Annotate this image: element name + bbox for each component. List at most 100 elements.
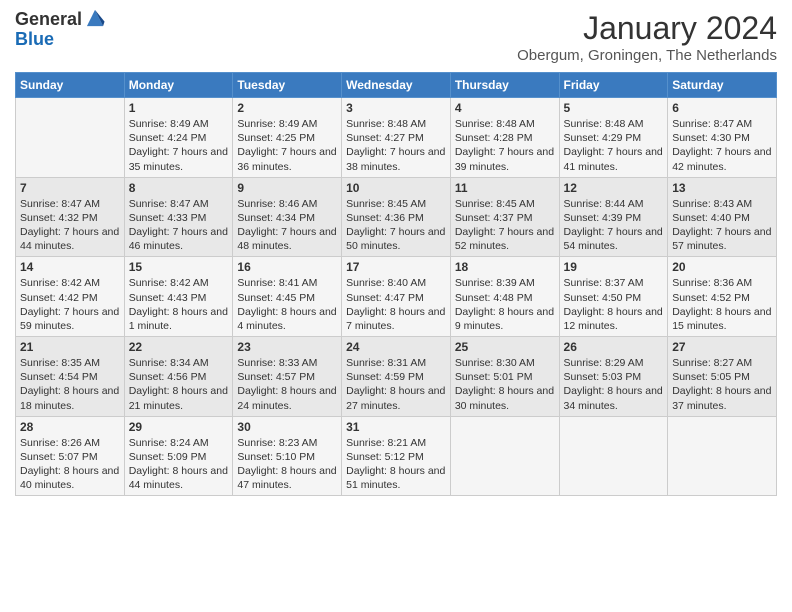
header-thursday: Thursday — [450, 73, 559, 98]
day-info: Sunrise: 8:21 AMSunset: 5:12 PMDaylight:… — [346, 436, 446, 493]
day-info: Sunrise: 8:48 AMSunset: 4:27 PMDaylight:… — [346, 117, 446, 174]
calendar-cell-w0-d1: 1 Sunrise: 8:49 AMSunset: 4:24 PMDaylight… — [124, 98, 233, 178]
calendar-cell-w4-d2: 30 Sunrise: 8:23 AMSunset: 5:10 PMDayligh… — [233, 416, 342, 496]
logo-blue: Blue — [15, 29, 54, 49]
day-info: Sunrise: 8:24 AMSunset: 5:09 PMDaylight:… — [129, 436, 229, 493]
day-info: Sunrise: 8:49 AMSunset: 4:25 PMDaylight:… — [237, 117, 337, 174]
day-info: Sunrise: 8:30 AMSunset: 5:01 PMDaylight:… — [455, 356, 555, 413]
day-number: 30 — [237, 420, 337, 434]
calendar-cell-w4-d3: 31 Sunrise: 8:21 AMSunset: 5:12 PMDayligh… — [342, 416, 451, 496]
day-info: Sunrise: 8:39 AMSunset: 4:48 PMDaylight:… — [455, 276, 555, 333]
day-number: 14 — [20, 260, 120, 274]
calendar-cell-w2-d5: 19 Sunrise: 8:37 AMSunset: 4:50 PMDayligh… — [559, 257, 668, 337]
header-sunday: Sunday — [16, 73, 125, 98]
day-number: 7 — [20, 181, 120, 195]
calendar-cell-w4-d1: 29 Sunrise: 8:24 AMSunset: 5:09 PMDayligh… — [124, 416, 233, 496]
day-info: Sunrise: 8:29 AMSunset: 5:03 PMDaylight:… — [564, 356, 664, 413]
day-number: 13 — [672, 181, 772, 195]
main-container: General Blue January 2024 Obergum, Groni… — [0, 0, 792, 506]
calendar-cell-w3-d5: 26 Sunrise: 8:29 AMSunset: 5:03 PMDayligh… — [559, 337, 668, 417]
day-number: 31 — [346, 420, 446, 434]
calendar-cell-w0-d6: 6 Sunrise: 8:47 AMSunset: 4:30 PMDaylight… — [668, 98, 777, 178]
day-info: Sunrise: 8:27 AMSunset: 5:05 PMDaylight:… — [672, 356, 772, 413]
calendar-cell-w3-d6: 27 Sunrise: 8:27 AMSunset: 5:05 PMDayligh… — [668, 337, 777, 417]
location-title: Obergum, Groningen, The Netherlands — [517, 47, 777, 64]
day-info: Sunrise: 8:34 AMSunset: 4:56 PMDaylight:… — [129, 356, 229, 413]
calendar-cell-w2-d2: 16Sunrise: 8:41 AMSunset: 4:45 PMDayligh… — [233, 257, 342, 337]
day-number: 18 — [455, 260, 555, 274]
day-number: 28 — [20, 420, 120, 434]
day-number: 19 — [564, 260, 664, 274]
header-wednesday: Wednesday — [342, 73, 451, 98]
calendar-cell-w0-d2: 2Sunrise: 8:49 AMSunset: 4:25 PMDaylight… — [233, 98, 342, 178]
day-info: Sunrise: 8:43 AMSunset: 4:40 PMDaylight:… — [672, 197, 772, 254]
header-tuesday: Tuesday — [233, 73, 342, 98]
day-number: 4 — [455, 101, 555, 115]
title-section: January 2024 Obergum, Groningen, The Net… — [517, 10, 777, 64]
calendar-cell-w0-d3: 3 Sunrise: 8:48 AMSunset: 4:27 PMDaylight… — [342, 98, 451, 178]
calendar-cell-w1-d1: 8 Sunrise: 8:47 AMSunset: 4:33 PMDaylight… — [124, 177, 233, 257]
calendar-cell-w4-d0: 28 Sunrise: 8:26 AMSunset: 5:07 PMDayligh… — [16, 416, 125, 496]
day-number: 27 — [672, 340, 772, 354]
day-number: 11 — [455, 181, 555, 195]
calendar-cell-w1-d0: 7 Sunrise: 8:47 AMSunset: 4:32 PMDaylight… — [16, 177, 125, 257]
month-title: January 2024 — [517, 10, 777, 47]
day-number: 23 — [237, 340, 337, 354]
calendar-week-1: 7 Sunrise: 8:47 AMSunset: 4:32 PMDaylight… — [16, 177, 777, 257]
calendar-cell-w3-d3: 24Sunrise: 8:31 AMSunset: 4:59 PMDayligh… — [342, 337, 451, 417]
day-number: 29 — [129, 420, 229, 434]
calendar-cell-w3-d4: 25 Sunrise: 8:30 AMSunset: 5:01 PMDayligh… — [450, 337, 559, 417]
day-info: Sunrise: 8:23 AMSunset: 5:10 PMDaylight:… — [237, 436, 337, 493]
day-number: 26 — [564, 340, 664, 354]
day-number: 20 — [672, 260, 772, 274]
calendar-cell-w2-d4: 18 Sunrise: 8:39 AMSunset: 4:48 PMDayligh… — [450, 257, 559, 337]
calendar-cell-w4-d5 — [559, 416, 668, 496]
day-number: 8 — [129, 181, 229, 195]
day-number: 3 — [346, 101, 446, 115]
day-info: Sunrise: 8:41 AMSunset: 4:45 PMDaylight:… — [237, 276, 337, 333]
logo-icon — [84, 7, 106, 29]
calendar-cell-w1-d4: 11Sunrise: 8:45 AMSunset: 4:37 PMDayligh… — [450, 177, 559, 257]
day-info: Sunrise: 8:47 AMSunset: 4:30 PMDaylight:… — [672, 117, 772, 174]
calendar-cell-w1-d3: 10Sunrise: 8:45 AMSunset: 4:36 PMDayligh… — [342, 177, 451, 257]
calendar-cell-w0-d4: 4Sunrise: 8:48 AMSunset: 4:28 PMDaylight… — [450, 98, 559, 178]
day-info: Sunrise: 8:46 AMSunset: 4:34 PMDaylight:… — [237, 197, 337, 254]
day-number: 6 — [672, 101, 772, 115]
day-number: 24 — [346, 340, 446, 354]
day-number: 1 — [129, 101, 229, 115]
calendar-week-3: 21 Sunrise: 8:35 AMSunset: 4:54 PMDayligh… — [16, 337, 777, 417]
day-info: Sunrise: 8:37 AMSunset: 4:50 PMDaylight:… — [564, 276, 664, 333]
logo: General Blue — [15, 10, 106, 50]
calendar-cell-w2-d0: 14Sunrise: 8:42 AMSunset: 4:42 PMDayligh… — [16, 257, 125, 337]
day-info: Sunrise: 8:26 AMSunset: 5:07 PMDaylight:… — [20, 436, 120, 493]
day-info: Sunrise: 8:35 AMSunset: 4:54 PMDaylight:… — [20, 356, 120, 413]
day-number: 22 — [129, 340, 229, 354]
calendar-cell-w2-d6: 20 Sunrise: 8:36 AMSunset: 4:52 PMDayligh… — [668, 257, 777, 337]
day-info: Sunrise: 8:40 AMSunset: 4:47 PMDaylight:… — [346, 276, 446, 333]
day-number: 5 — [564, 101, 664, 115]
header-friday: Friday — [559, 73, 668, 98]
day-number: 10 — [346, 181, 446, 195]
calendar-cell-w3-d1: 22 Sunrise: 8:34 AMSunset: 4:56 PMDayligh… — [124, 337, 233, 417]
calendar-week-0: 1 Sunrise: 8:49 AMSunset: 4:24 PMDaylight… — [16, 98, 777, 178]
header-monday: Monday — [124, 73, 233, 98]
day-info: Sunrise: 8:47 AMSunset: 4:33 PMDaylight:… — [129, 197, 229, 254]
calendar-cell-w4-d6 — [668, 416, 777, 496]
day-info: Sunrise: 8:36 AMSunset: 4:52 PMDaylight:… — [672, 276, 772, 333]
calendar-table: Sunday Monday Tuesday Wednesday Thursday… — [15, 72, 777, 496]
calendar-cell-w1-d2: 9Sunrise: 8:46 AMSunset: 4:34 PMDaylight… — [233, 177, 342, 257]
calendar-week-4: 28 Sunrise: 8:26 AMSunset: 5:07 PMDayligh… — [16, 416, 777, 496]
day-info: Sunrise: 8:33 AMSunset: 4:57 PMDaylight:… — [237, 356, 337, 413]
day-info: Sunrise: 8:47 AMSunset: 4:32 PMDaylight:… — [20, 197, 120, 254]
calendar-cell-w2-d3: 17Sunrise: 8:40 AMSunset: 4:47 PMDayligh… — [342, 257, 451, 337]
calendar-cell-w0-d5: 5Sunrise: 8:48 AMSunset: 4:29 PMDaylight… — [559, 98, 668, 178]
day-info: Sunrise: 8:49 AMSunset: 4:24 PMDaylight:… — [129, 117, 229, 174]
day-number: 15 — [129, 260, 229, 274]
day-number: 12 — [564, 181, 664, 195]
header: General Blue January 2024 Obergum, Groni… — [15, 10, 777, 64]
calendar-cell-w1-d6: 13 Sunrise: 8:43 AMSunset: 4:40 PMDayligh… — [668, 177, 777, 257]
day-number: 25 — [455, 340, 555, 354]
logo-general: General — [15, 10, 82, 30]
day-number: 21 — [20, 340, 120, 354]
calendar-cell-w3-d2: 23 Sunrise: 8:33 AMSunset: 4:57 PMDayligh… — [233, 337, 342, 417]
